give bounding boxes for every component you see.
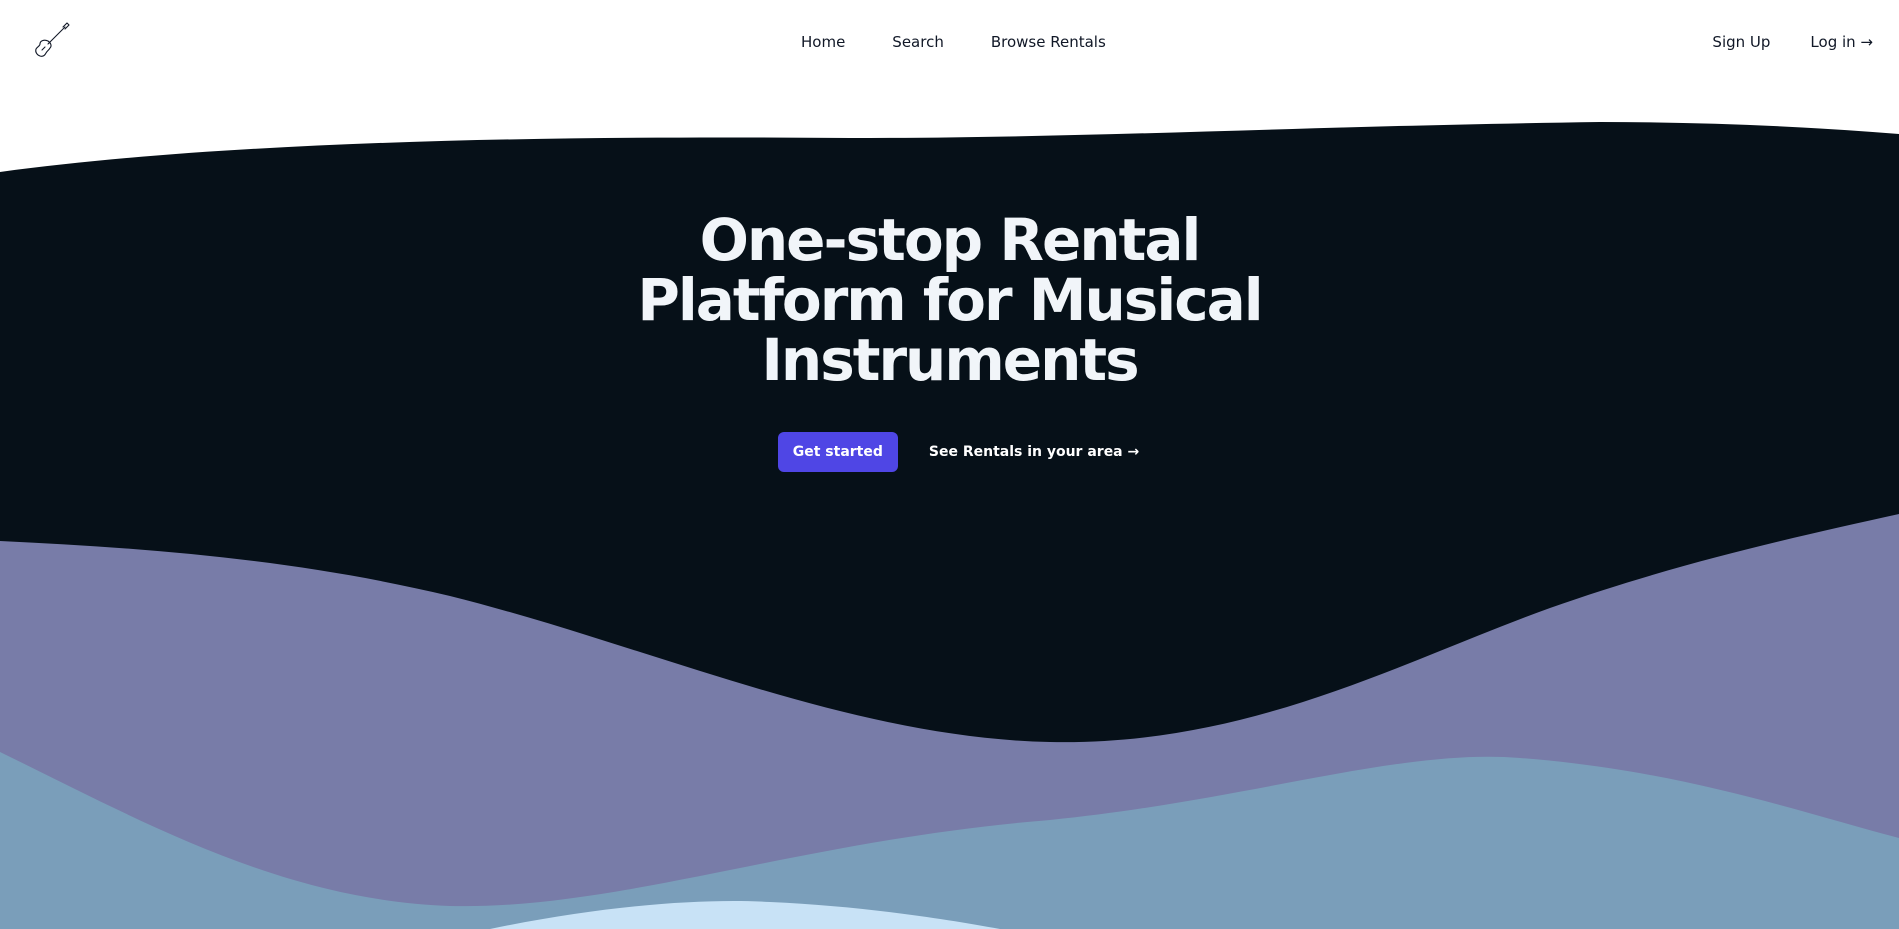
- auth-nav: Sign Up Log in →: [1712, 32, 1873, 52]
- landing-page: Home Search Browse Rentals Sign Up Log i…: [0, 0, 1899, 929]
- nav-browse-rentals-link[interactable]: Browse Rentals: [991, 32, 1106, 52]
- primary-nav: Home Search Browse Rentals: [801, 32, 1106, 52]
- top-navbar: Home Search Browse Rentals Sign Up Log i…: [0, 0, 1899, 88]
- guitar-icon[interactable]: [34, 22, 70, 58]
- get-started-button[interactable]: Get started: [777, 432, 898, 472]
- hero-title: One-stop Rental Platform for Musical Ins…: [637, 206, 1263, 394]
- nav-search-link[interactable]: Search: [892, 32, 944, 52]
- sign-up-link[interactable]: Sign Up: [1712, 32, 1770, 52]
- see-rentals-link[interactable]: See Rentals in your area →: [929, 444, 1139, 460]
- hero-cta-row: Get started See Rentals in your area →: [0, 432, 1899, 472]
- hero-section: One-stop Rental Platform for Musical Ins…: [0, 210, 1899, 472]
- log-in-link[interactable]: Log in →: [1810, 32, 1873, 52]
- nav-home-link[interactable]: Home: [801, 32, 845, 52]
